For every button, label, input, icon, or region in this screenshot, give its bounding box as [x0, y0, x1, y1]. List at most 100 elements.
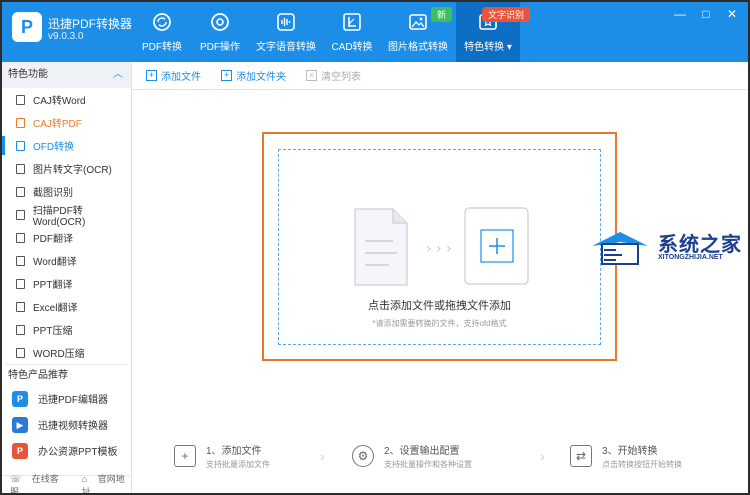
step-start-convert: ⇄ 3、开始转换 点击转换按钮开始转换: [570, 442, 682, 470]
plus-file-icon: +: [146, 70, 157, 81]
sidebar-item-ppt-compress[interactable]: PPT压缩: [2, 318, 131, 341]
maximize-button[interactable]: □: [696, 6, 716, 22]
file-icon: [16, 163, 25, 174]
sidebar-item-label: CAJ转Word: [33, 96, 86, 107]
file-icon: [16, 140, 25, 151]
sidebar-item-label: 截图识别: [33, 188, 73, 199]
sidebar-item-caj-pdf[interactable]: CAJ转PDF: [2, 111, 131, 134]
sidebar-item-word-translate[interactable]: Word翻译: [2, 249, 131, 272]
refresh-circle-icon: [153, 13, 171, 31]
file-icon: [16, 301, 25, 312]
chevrons-icon: › › ›: [426, 241, 452, 257]
gear-icon: ⚙: [352, 445, 374, 467]
step-desc: 点击转换按钮开始转换: [602, 460, 682, 469]
nav-image-convert[interactable]: 图片格式转换 新: [380, 2, 456, 62]
file-icon: [16, 186, 25, 197]
product-video-converter[interactable]: ▶ 迅捷视频转换器: [2, 412, 131, 437]
sidebar-item-excel-translate[interactable]: Excel翻译: [2, 295, 131, 318]
audio-wave-icon: [277, 13, 295, 31]
file-dropzone[interactable]: › › › 点击添加文件或拖拽文件添加 *请添加需要转换的文件，支持ofd格式: [278, 149, 601, 345]
official-site-link[interactable]: ⌂ 官网地址: [82, 472, 132, 494]
add-file-label: 添加文件: [161, 72, 201, 83]
product-pdf-editor[interactable]: P 迅捷PDF编辑器: [2, 386, 131, 411]
step-output-settings: ⚙ 2、设置输出配置 支持批量操作和各种设置: [352, 442, 472, 470]
file-icon: [16, 232, 25, 243]
file-icon: [16, 94, 25, 105]
product-label: 迅捷视频转换器: [38, 421, 108, 432]
window-controls: — □ ✕: [670, 6, 742, 22]
dropzone-main-text: 点击添加文件或拖拽文件添加: [368, 300, 511, 312]
nav-label: PDF转换: [142, 42, 182, 53]
step-title: 2、设置输出配置: [384, 446, 460, 457]
cad-icon: [343, 13, 361, 31]
sidebar-item-label: Word翻译: [33, 257, 77, 268]
app-window: P 迅捷PDF转换器 v9.0.3.0 PDF转换 PDF操作 文字语音转换 C…: [2, 2, 748, 493]
nav-cad-convert[interactable]: CAD转换: [324, 2, 380, 62]
sidebar-item-label: PPT压缩: [33, 326, 73, 337]
trash-icon: ×: [306, 70, 317, 81]
document-icon: [354, 208, 408, 286]
sidebar-item-word-compress[interactable]: WORD压缩: [2, 341, 131, 364]
step-title: 3、开始转换: [602, 446, 658, 457]
dropzone-highlight-frame: › › › 点击添加文件或拖拽文件添加 *请添加需要转换的文件，支持ofd格式: [262, 132, 617, 361]
nav-text-speech[interactable]: 文字语音转换: [248, 2, 324, 62]
sidebar-section-title: 特色功能: [8, 69, 48, 80]
sidebar-item-image-ocr[interactable]: 图片转文字(OCR): [2, 157, 131, 180]
video-converter-icon: ▶: [12, 416, 28, 433]
clear-list-label: 清空列表: [321, 72, 361, 83]
sidebar: 特色功能 ︿ CAJ转Word CAJ转PDF OFD转换 图片转文字(OCR)…: [2, 62, 132, 493]
app-version: v9.0.3.0: [48, 31, 84, 42]
step-desc: 支持批量操作和各种设置: [384, 460, 472, 469]
sidebar-item-caj-word[interactable]: CAJ转Word: [2, 88, 131, 111]
add-file-button[interactable]: + 添加文件: [146, 68, 201, 83]
step-title: 1、添加文件: [206, 446, 262, 457]
file-icon: [16, 278, 25, 289]
add-box-icon: [464, 207, 529, 285]
nav-label: PDF操作: [200, 42, 240, 53]
top-bar: P 迅捷PDF转换器 v9.0.3.0 PDF转换 PDF操作 文字语音转换 C…: [2, 2, 748, 62]
nav-label: 图片格式转换: [388, 42, 448, 53]
add-folder-button[interactable]: + 添加文件夹: [221, 68, 286, 83]
sidebar-item-ppt-translate[interactable]: PPT翻译: [2, 272, 131, 295]
product-label: 办公资源PPT模板: [38, 447, 118, 458]
drop-illustration: › › ›: [354, 207, 529, 286]
watermark: 系统之家 XITONGZHIJIA.NET: [590, 224, 748, 274]
dropzone-sub-text: *请添加需要转换的文件，支持ofd格式: [372, 319, 507, 328]
steps-bar: + 1、添加文件 支持批量添加文件 › ⚙ 2、设置输出配置 支持批量操作和各种…: [132, 442, 748, 478]
nav-pdf-convert[interactable]: PDF转换: [132, 2, 192, 62]
clear-list-button[interactable]: × 清空列表: [306, 68, 361, 83]
chevron-right-icon: ›: [320, 448, 325, 464]
nav-label: 特色转换 ▾: [464, 42, 512, 53]
file-icon: [16, 209, 25, 220]
sidebar-item-ofd[interactable]: OFD转换: [2, 134, 131, 157]
convert-icon: ⇄: [570, 445, 592, 467]
sidebar-item-scan-pdf-word[interactable]: 扫描PDF转Word(OCR): [2, 203, 131, 228]
ppt-template-icon: P: [12, 442, 28, 459]
watermark-logo-icon: [592, 232, 648, 265]
close-button[interactable]: ✕: [722, 6, 742, 22]
minimize-button[interactable]: —: [670, 6, 690, 22]
sidebar-section-header[interactable]: 特色功能 ︿: [2, 62, 131, 88]
image-icon: [409, 14, 427, 30]
sidebar-item-label: 扫描PDF转Word(OCR): [32, 205, 86, 228]
sidebar-item-label: OFD转换: [33, 142, 75, 153]
target-icon: [211, 13, 229, 31]
file-icon: [16, 347, 25, 358]
nav-feature-convert[interactable]: 特色转换 ▾ 文字识别: [456, 2, 530, 62]
sidebar-item-screenshot-ocr[interactable]: 截图识别: [2, 180, 131, 203]
step-desc: 支持批量添加文件: [206, 460, 270, 469]
step-add-file: + 1、添加文件 支持批量添加文件: [174, 442, 270, 470]
chevron-up-icon[interactable]: ︿: [113, 62, 123, 88]
online-support-link[interactable]: ☏ 在线客服: [10, 472, 66, 494]
sidebar-item-pdf-translate[interactable]: PDF翻译: [2, 226, 131, 249]
chevron-right-icon: ›: [540, 448, 545, 464]
nav-pdf-operation[interactable]: PDF操作: [192, 2, 248, 62]
toolbar: + 添加文件 + 添加文件夹 × 清空列表: [132, 62, 748, 90]
sidebar-footer: ☏ 在线客服 ⌂ 官网地址: [2, 472, 132, 494]
new-badge: 新: [430, 7, 452, 22]
ocr-badge: 文字识别: [481, 7, 530, 22]
nav-label: 文字语音转换: [256, 42, 316, 53]
product-ppt-templates[interactable]: P 办公资源PPT模板: [2, 438, 131, 463]
main-nav: PDF转换 PDF操作 文字语音转换 CAD转换 图片格式转换 新 特色转换 ▾…: [132, 2, 530, 62]
file-icon: [16, 255, 25, 266]
